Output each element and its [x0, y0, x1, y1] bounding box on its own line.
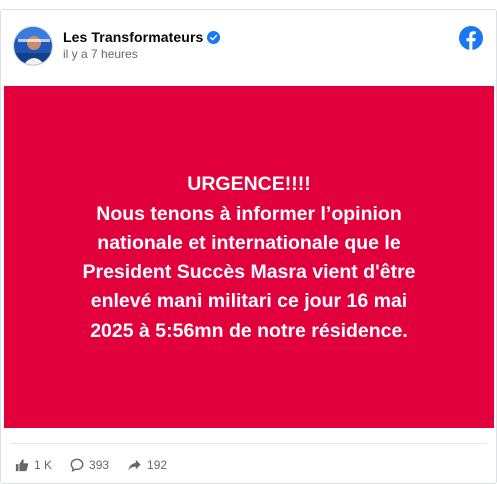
post-stats: 1 K 393 192 [15, 456, 185, 474]
like-icon [15, 459, 29, 472]
avatar-image [14, 27, 52, 65]
comments-stat[interactable]: 393 [70, 458, 109, 472]
image-text-line: nationale et internationale que le [97, 231, 401, 254]
share-icon [128, 459, 141, 471]
comments-count: 393 [89, 458, 110, 472]
post-image-text: URGENCE!!!! Nous tenons à informer l’opi… [29, 170, 469, 346]
footer-divider [10, 443, 487, 444]
facebook-icon[interactable] [459, 26, 483, 50]
facebook-post-card: Les Transformateurs il y a 7 heures URGE… [0, 9, 497, 484]
likes-stat[interactable]: 1 K [15, 458, 52, 472]
shares-count: 192 [147, 458, 168, 472]
post-header: Les Transformateurs il y a 7 heures [13, 26, 484, 70]
shares-stat[interactable]: 192 [127, 458, 167, 472]
image-text-line: Nous tenons à informer l’opinion [96, 202, 402, 225]
image-text-line: 2025 à 5:56mn de notre résidence. [90, 319, 408, 342]
image-text-line: enlevé mani militari ce jour 16 mai [90, 290, 408, 313]
author-line: Les Transformateurs [63, 29, 221, 45]
comment-icon [70, 458, 84, 472]
post-timestamp[interactable]: il y a 7 heures [63, 47, 138, 61]
likes-count: 1 K [34, 458, 53, 472]
author-name[interactable]: Les Transformateurs [63, 29, 203, 45]
image-text-line: President Succès Masra vient d'être [82, 261, 416, 283]
post-image[interactable]: URGENCE!!!! Nous tenons à informer l’opi… [4, 86, 494, 428]
author-avatar[interactable] [13, 26, 53, 66]
verified-badge-icon [207, 30, 221, 44]
image-text-line: URGENCE!!!! [187, 173, 311, 196]
